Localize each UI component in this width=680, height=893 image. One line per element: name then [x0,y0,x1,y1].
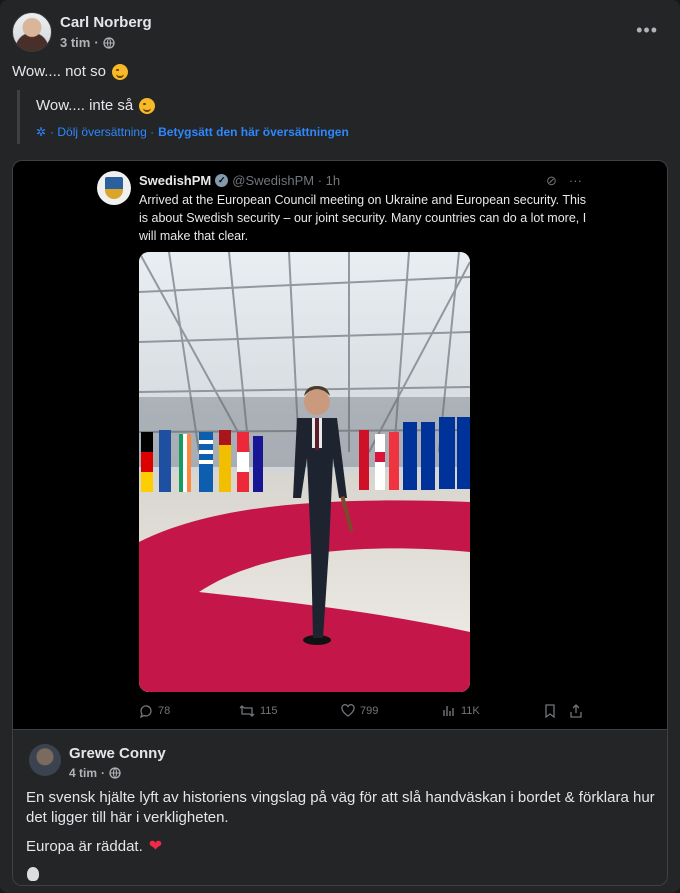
translation-body: Wow.... inte så [36,97,134,114]
post-card: Carl Norberg 3 tim · ••• Wow.... not so … [0,0,680,893]
retweet-action: 115 [239,704,278,718]
reply-icon [139,705,152,718]
author-avatar[interactable] [12,12,52,52]
like-icon [341,704,355,717]
post-body: Wow.... not so [12,63,106,80]
heart-icon: ❤ [148,838,163,855]
verified-badge-icon: ✓ [215,174,229,187]
views-action: 11K [442,704,480,718]
globe-icon [103,36,115,49]
shared-post-text: En svensk hjälte lyft av historiens ving… [26,789,655,826]
meta-separator: · [101,766,106,780]
views-icon [443,706,454,716]
crest-icon [105,177,123,199]
retweet-icon [239,705,255,717]
reply-action: 78 [139,704,170,718]
hide-translation-link[interactable]: · Dölj översättning · [50,125,154,139]
gear-icon: ✲ [36,125,47,139]
tweet-screenshot: SwedishPM ✓ @SwedishPM · 1h ⊘ ··· Arrive… [13,161,667,729]
tweet-handle: @SwedishPM · 1h [232,173,341,188]
views-count: 11K [461,705,480,717]
tweet-avatar [97,171,131,205]
grok-icon: ⊘ [546,173,557,188]
post-author-name[interactable]: Carl Norberg [60,14,152,31]
more-options-icon[interactable]: ••• [636,20,658,41]
share-icon [570,704,582,718]
smile-emoji-icon [139,97,156,114]
shared-post-text-2: Europa är räddat. ❤ [26,836,162,856]
translation-bar [17,90,20,144]
comment-author-avatar[interactable] [29,744,61,776]
translation-links: ✲ · Dölj översättning · Betygsätt den hä… [36,125,349,139]
post-meta: 3 tim · [60,35,115,50]
shared-author-name[interactable]: Grewe Conny [69,745,166,762]
shared-post-footer: Grewe Conny 4 tim · En svensk hjälte lyf… [13,729,667,885]
translated-text: Wow.... inte så [36,97,156,114]
rate-translation-link[interactable]: Betygsätt den här översättningen [158,125,349,139]
tweet-more-icon: ··· [568,173,582,188]
tweet-top-icons: ⊘ ··· [546,173,582,189]
tweet-actions: 78 115 799 11K [139,704,589,720]
penguin-emoji-icon [27,867,39,881]
meta-separator: · [94,35,99,50]
like-action: 799 [341,704,378,718]
tweet-text: Arrived at the European Council meeting … [139,193,587,243]
like-count: 799 [360,705,379,717]
retweet-count: 115 [260,705,278,717]
smile-emoji-icon [111,63,128,80]
shared-timestamp[interactable]: 4 tim [69,766,97,780]
shared-text-line: Europa är räddat. [26,837,143,855]
post-timestamp[interactable]: 3 tim [60,35,90,50]
reply-count: 78 [158,705,171,717]
shared-meta: 4 tim · [69,766,121,780]
photo-illustration [139,252,470,692]
tweet-photo [139,252,470,692]
shared-post[interactable]: SwedishPM ✓ @SwedishPM · 1h ⊘ ··· Arrive… [12,160,668,886]
tweet-author: SwedishPM ✓ @SwedishPM · 1h [139,173,340,188]
globe-icon [109,767,121,779]
bookmark-icon [545,704,555,718]
tweet-name: SwedishPM [139,173,212,188]
post-text: Wow.... not so [12,63,128,80]
